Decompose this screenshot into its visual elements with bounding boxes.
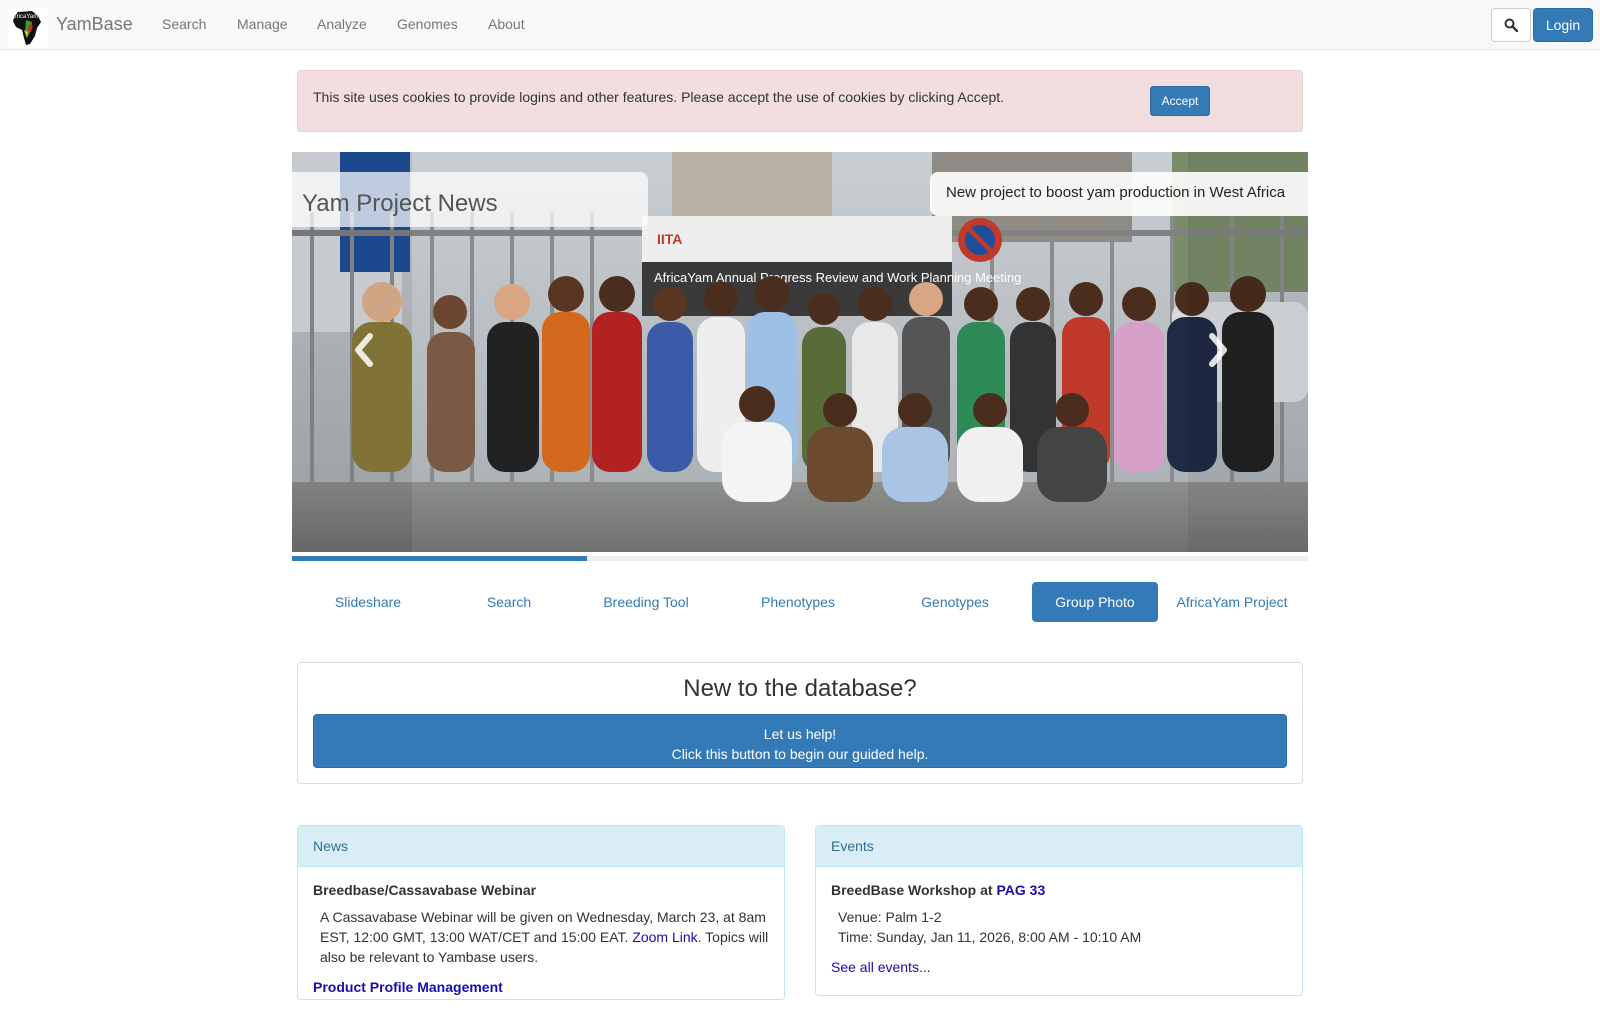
- events-heading: Events: [816, 826, 1302, 867]
- search-icon: [1504, 18, 1518, 32]
- zoom-link[interactable]: Zoom Link: [632, 929, 697, 945]
- help-button-line2: Click this button to begin our guided he…: [671, 746, 929, 762]
- new-user-panel: New to the database? Let us help! Click …: [297, 662, 1303, 784]
- cookie-message: This site uses cookies to provide logins…: [313, 89, 1005, 105]
- banner-text: AfricaYam Annual Progress Review and Wor…: [654, 270, 1021, 285]
- tab-group-photo[interactable]: Group Photo: [1032, 582, 1158, 622]
- accept-cookies-button[interactable]: Accept: [1150, 86, 1210, 116]
- carousel-prev-button[interactable]: [292, 152, 412, 552]
- nav-analyze[interactable]: Analyze: [317, 16, 367, 32]
- africa-map-icon: AfricaYam: [11, 11, 41, 45]
- news-heading: News: [298, 826, 784, 867]
- carousel-progress-fill: [292, 556, 587, 561]
- news-body: Breedbase/Cassavabase Webinar A Cassavab…: [298, 867, 784, 1010]
- tab-breeding-tool[interactable]: Breeding Tool: [590, 582, 702, 622]
- events-body: BreedBase Workshop at PAG 33 Venue: Palm…: [816, 867, 1302, 990]
- news-panel: News Breedbase/Cassavabase Webinar A Cas…: [297, 825, 785, 1000]
- tab-phenotypes[interactable]: Phenotypes: [740, 582, 856, 622]
- nav-search[interactable]: Search: [162, 16, 206, 32]
- carousel-next-button[interactable]: [1188, 152, 1308, 552]
- login-button[interactable]: Login: [1533, 8, 1593, 42]
- svg-text:AfricaYam: AfricaYam: [11, 14, 38, 20]
- site-logo[interactable]: AfricaYam: [8, 8, 48, 48]
- carousel-progress-track: [292, 556, 1308, 561]
- see-all-events-link[interactable]: See all events...: [831, 959, 1287, 975]
- news-carousel: IITA AfricaYam Annual Progress Review an…: [292, 152, 1308, 552]
- event-title: BreedBase Workshop at PAG 33: [831, 882, 1046, 898]
- chevron-right-icon: [1209, 333, 1227, 367]
- tab-slideshare[interactable]: Slideshare: [292, 582, 444, 622]
- top-navbar: AfricaYam YamBase Search Manage Analyze …: [0, 0, 1600, 50]
- brand-name[interactable]: YamBase: [56, 14, 133, 35]
- cookie-alert: This site uses cookies to provide logins…: [297, 70, 1303, 132]
- tab-search[interactable]: Search: [444, 582, 574, 622]
- tab-genotypes[interactable]: Genotypes: [900, 582, 1010, 622]
- news-item-product-profile[interactable]: Product Profile Management: [313, 979, 769, 995]
- event-venue: Venue: Palm 1-2: [838, 909, 942, 925]
- help-title: New to the database?: [683, 675, 917, 702]
- news-item-title: Breedbase/Cassavabase Webinar: [313, 882, 537, 898]
- events-panel: Events BreedBase Workshop at PAG 33 Venu…: [815, 825, 1303, 996]
- event-time: Time: Sunday, Jan 11, 2026, 8:00 AM - 10…: [838, 929, 1142, 945]
- help-button-line1: Let us help!: [763, 726, 837, 742]
- nav-about[interactable]: About: [488, 16, 525, 32]
- nav-manage[interactable]: Manage: [237, 16, 288, 32]
- news-item-text: A Cassavabase Webinar will be given on W…: [320, 909, 769, 965]
- chevron-left-icon: [355, 333, 373, 367]
- tab-africayam-project[interactable]: AfricaYam Project: [1170, 582, 1294, 622]
- svg-text:IITA: IITA: [657, 231, 682, 247]
- guided-help-button[interactable]: Let us help! Click this button to begin …: [313, 714, 1287, 768]
- navbar-search-button[interactable]: [1491, 8, 1531, 42]
- nav-genomes[interactable]: Genomes: [397, 16, 458, 32]
- pag-link[interactable]: PAG 33: [996, 882, 1045, 898]
